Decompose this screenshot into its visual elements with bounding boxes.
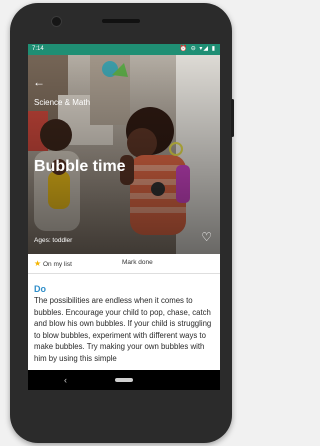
- android-nav-bar: ‹: [28, 370, 220, 390]
- activity-description: The possibilities are endless when it co…: [34, 296, 212, 363]
- status-bar: 7:14 ⏰ ⊖ ▾◢ ▮: [28, 44, 220, 55]
- hero-photo-illustration: [28, 55, 220, 254]
- back-arrow-icon[interactable]: ←: [33, 76, 45, 88]
- on-my-list-button[interactable]: ★ On my list: [34, 259, 72, 268]
- hero-image: ← Science & Math Bubble time Ages: toddl…: [28, 55, 220, 254]
- section-title: Do: [34, 284, 46, 294]
- star-icon: ★: [34, 259, 42, 268]
- category-label: Science & Math: [34, 98, 91, 107]
- earpiece: [102, 19, 140, 23]
- action-bar: ★ On my list Mark done: [28, 254, 220, 274]
- front-camera: [51, 16, 62, 27]
- on-my-list-label: On my list: [42, 261, 72, 268]
- nav-home-pill[interactable]: [115, 378, 133, 382]
- mark-done-button[interactable]: Mark done: [122, 259, 153, 266]
- activity-title: Bubble time: [34, 158, 126, 175]
- nav-back-icon[interactable]: ‹: [64, 374, 67, 386]
- app-screen: 7:14 ⏰ ⊖ ▾◢ ▮ ← Science & Math Bubble ti…: [28, 44, 220, 390]
- favorite-heart-icon[interactable]: ♡: [201, 231, 212, 243]
- age-label: Ages: toddler: [34, 237, 73, 244]
- status-icons: ⏰ ⊖ ▾◢ ▮: [179, 46, 216, 52]
- power-button: [231, 99, 234, 137]
- status-time: 7:14: [32, 46, 44, 52]
